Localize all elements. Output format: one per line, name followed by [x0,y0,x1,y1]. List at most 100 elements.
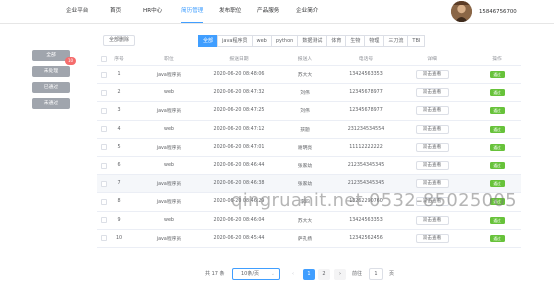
unprocessed-count-badge: 10 [65,57,76,65]
row-checkbox[interactable] [97,66,111,83]
table-row[interactable]: 5 java程序员 2020-06-20 08:47:01 谢明亮 1111222222… [97,139,521,157]
view-detail-button[interactable]: 双击查看 [415,215,449,225]
filter-unprocessed-button[interactable]: 未处理 [32,66,70,77]
col-header-detail: 详细 [427,57,437,62]
table-row[interactable]: 9 web 2020-06-20 08:46:04 苏大大 13424563353 双击查… [97,212,521,230]
cell-detail: 双击查看 [400,84,464,101]
user-phone: 15846756700 [479,9,517,15]
approve-button[interactable]: 通过 [489,107,505,115]
cell-detail: 双击查看 [400,66,464,83]
page-unit-label: 页 [389,271,395,277]
cell-no: 7 [117,181,121,187]
page-2-button[interactable]: 2 [318,269,330,280]
cell-sender: 萨孔扬 [297,236,313,242]
row-checkbox[interactable] [97,175,111,192]
view-detail-button[interactable]: 双击查看 [415,233,449,243]
approve-button[interactable]: 通过 [489,143,505,151]
tab-physics[interactable]: 物理 [364,35,385,47]
table-row[interactable]: 10 java程序员 2020-06-20 08:45:44 萨孔扬 123425624… [97,230,521,248]
tab-biology[interactable]: 生物 [345,35,366,47]
row-checkbox[interactable] [97,84,111,101]
select-all-checkbox[interactable] [97,52,111,65]
tab-web[interactable]: web [251,35,272,47]
view-detail-button[interactable]: 双击查看 [415,70,449,80]
cell-phone: 12345678977 [349,108,383,114]
cell-job: web [164,126,174,132]
nav-item-company-intro[interactable]: 企业简介 [296,0,318,23]
tab-sports[interactable]: 体育 [326,35,347,47]
nav-item-home[interactable]: 首页 [110,0,121,23]
approve-button[interactable]: 通过 [489,71,505,79]
cell-date: 2020-06-20 08:47:12 [213,126,265,132]
delete-all-button[interactable]: 全部删除 [103,35,135,46]
cell-date: 2020-06-20 08:47:32 [213,90,265,96]
tab-python[interactable]: python [270,35,299,47]
resume-table: 序号 职位 报送日期 报送人 电话号 详细 操作 1 java程序员 2020-06… [97,52,521,248]
table-row[interactable]: 1 java程序员 2020-06-20 08:48:06 苏大大 1342456335… [97,66,521,85]
cell-job: web [164,163,174,169]
cell-no: 3 [117,108,121,114]
approve-button[interactable]: 通过 [489,216,505,224]
chevron-down-icon: ⌄ [270,271,275,277]
cell-job: java程序员 [156,200,182,206]
watermark-text: qingruanit.net 0532-85025005 [231,190,517,211]
cell-job: java程序员 [156,182,182,188]
view-detail-button[interactable]: 双击查看 [415,142,449,152]
approve-button[interactable]: 通过 [489,180,505,188]
table-row[interactable]: 4 web 2020-06-20 08:47:12 孩题 231234534554 双击查… [97,121,521,139]
col-header-no: 序号 [114,57,124,62]
tab-java[interactable]: java程序员 [217,35,253,47]
tab-tbi[interactable]: TBI [407,35,426,47]
avatar[interactable] [451,1,472,22]
tab-all[interactable]: 全部 [198,35,219,47]
cell-action: 通过 [475,102,519,119]
row-checkbox[interactable] [97,102,111,119]
approve-button[interactable]: 通过 [489,234,505,242]
cell-date: 2020-06-20 08:47:01 [213,144,265,150]
cell-date: 2020-06-20 08:45:44 [213,235,265,241]
row-checkbox[interactable] [97,212,111,229]
view-detail-button[interactable]: 双击查看 [415,124,449,134]
cell-date: 2020-06-20 08:46:44 [213,163,265,169]
approve-button[interactable]: 通过 [489,162,505,170]
prev-page-button[interactable]: ‹ [287,269,299,280]
next-page-button[interactable]: › [334,269,346,280]
page-size-select[interactable]: 10条/页 ⌄ [232,268,280,280]
cell-action: 通过 [475,230,519,247]
row-checkbox[interactable] [97,230,111,247]
nav-item-resume-management[interactable]: 简历管理 [181,0,204,23]
nav-item-post-job[interactable]: 发布职位 [219,0,241,23]
view-detail-button[interactable]: 双击查看 [415,106,449,116]
view-detail-button[interactable]: 双击查看 [415,179,449,189]
row-checkbox[interactable] [97,139,111,156]
cell-detail: 双击查看 [400,212,464,229]
goto-label: 前往 [352,271,363,277]
cell-job: java程序员 [156,145,182,151]
cell-no: 9 [117,217,121,223]
nav-item-hr-center[interactable]: HR中心 [143,0,162,23]
goto-page-input[interactable]: 1 [369,268,383,280]
table-row[interactable]: 6 web 2020-06-20 08:46:44 张家幼 212354345345 双击… [97,157,521,176]
cell-no: 8 [117,199,121,205]
tab-three-sword[interactable]: 三刀流 [383,35,409,47]
row-checkbox[interactable] [97,121,111,138]
approve-button[interactable]: 通过 [489,125,505,133]
filter-rejected-button[interactable]: 未通过 [32,98,70,109]
total-count: 共 17 条 [205,271,225,277]
view-detail-button[interactable]: 双击查看 [415,161,449,171]
filter-approved-button[interactable]: 已通过 [32,82,70,93]
tab-data-testing[interactable]: 数据测试 [297,35,328,47]
table-row[interactable]: 2 web 2020-06-20 08:47:32 刘伟 12345678977 双击查看… [97,84,521,103]
cell-detail: 双击查看 [400,139,464,156]
view-detail-button[interactable]: 双击查看 [415,88,449,98]
page-1-button[interactable]: 1 [303,269,315,280]
nav-item-products[interactable]: 产品服务 [257,0,279,23]
cell-action: 通过 [475,84,519,101]
cell-no: 2 [117,90,121,96]
approve-button[interactable]: 通过 [489,89,505,97]
row-checkbox[interactable] [97,157,111,174]
table-row[interactable]: 3 java程序员 2020-06-20 08:47:25 刘伟 12345678977… [97,102,521,121]
cell-no: 5 [117,144,121,150]
row-checkbox[interactable] [97,193,111,210]
cell-no: 6 [117,163,121,169]
